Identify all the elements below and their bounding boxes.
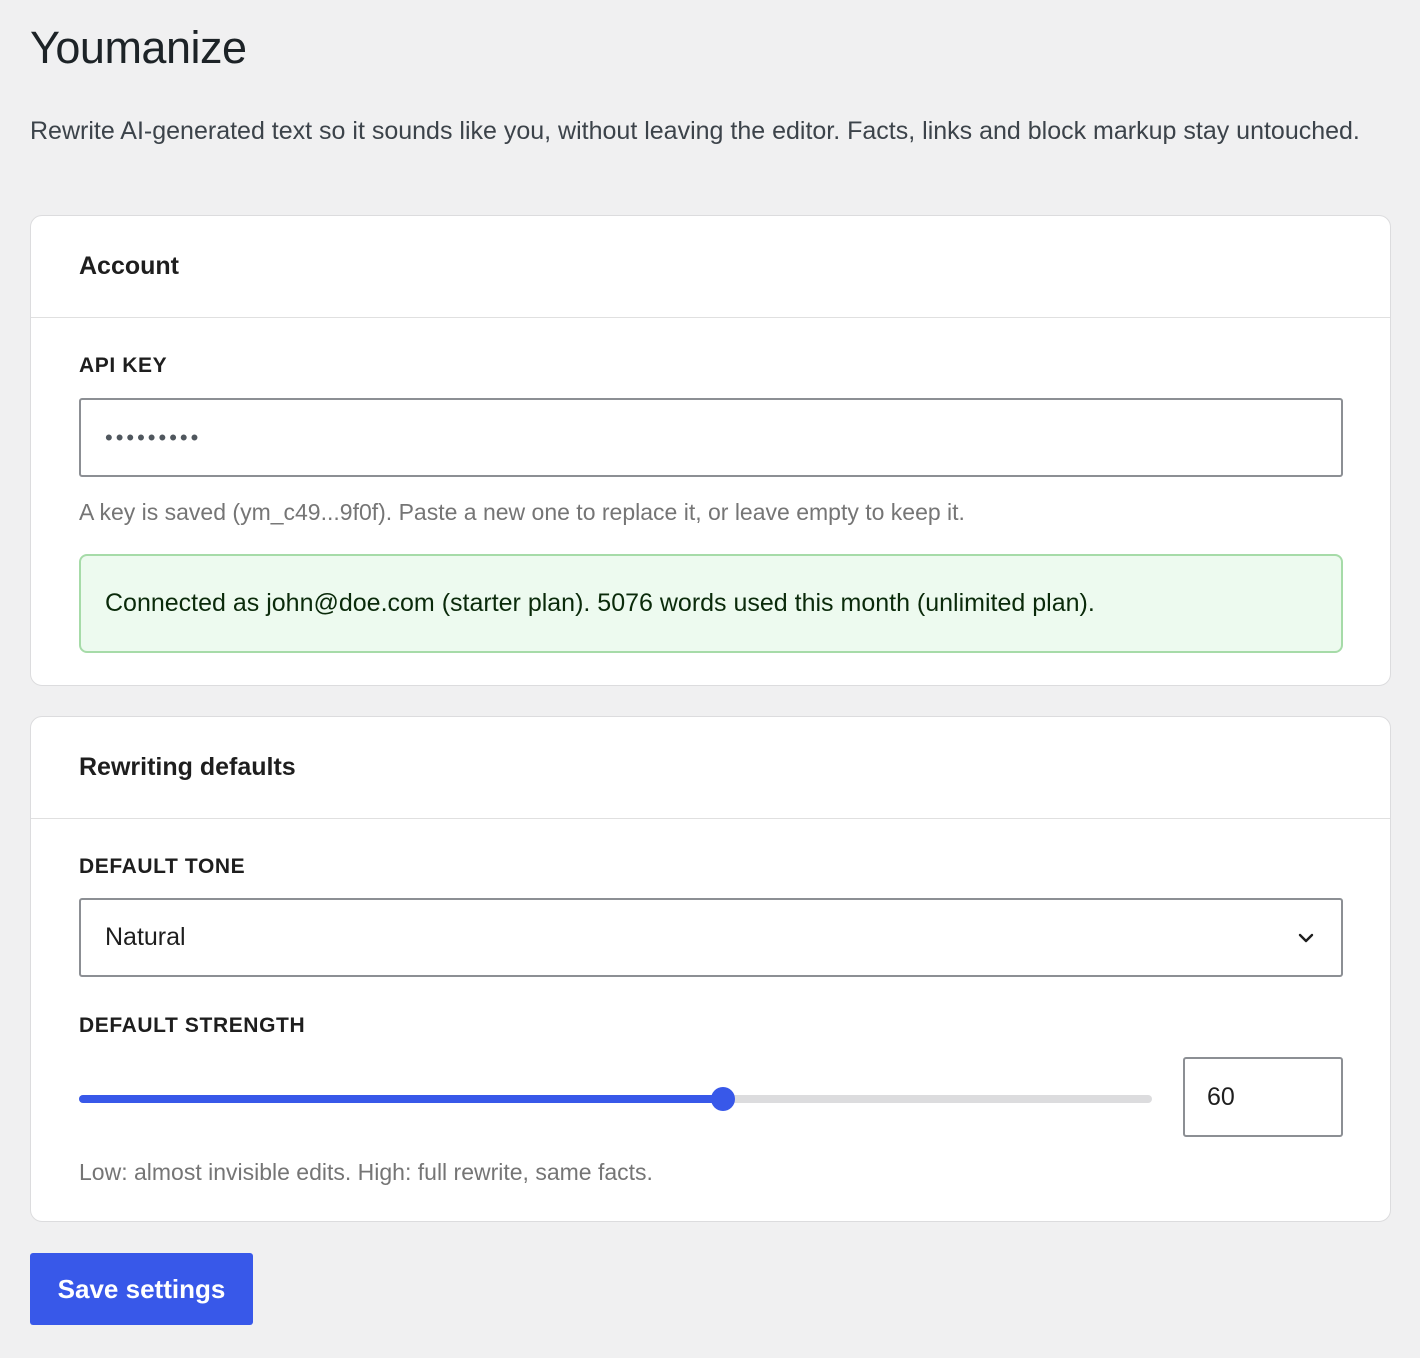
page-intro: Rewrite AI-generated text so it sounds l… (30, 117, 1360, 145)
rewriting-defaults-card: Rewriting defaults DEFAULT TONE Natural … (30, 716, 1391, 1222)
connection-status-notice: Connected as john@doe.com (starter plan)… (79, 554, 1343, 653)
default-tone-select[interactable]: Natural (79, 898, 1343, 977)
slider-fill (79, 1095, 723, 1103)
rewriting-card-title: Rewriting defaults (79, 753, 296, 781)
settings-page: Youmanize Rewrite AI-generated text so i… (0, 0, 1420, 1358)
page-title: Youmanize (30, 22, 247, 73)
rewriting-card-header: Rewriting defaults (31, 717, 1390, 819)
default-tone-value: Natural (105, 923, 186, 951)
account-card-title: Account (79, 252, 179, 280)
strength-slider[interactable] (79, 1081, 1152, 1117)
chevron-down-icon (1295, 927, 1317, 949)
api-key-input[interactable] (79, 398, 1343, 477)
slider-thumb[interactable] (710, 1087, 735, 1111)
strength-number-input[interactable] (1183, 1057, 1343, 1137)
default-tone-label: DEFAULT TONE (79, 855, 246, 878)
account-card: Account API KEY A key is saved (ym_c49..… (30, 215, 1391, 686)
strength-help: Low: almost invisible edits. High: full … (79, 1159, 653, 1185)
api-key-label: API KEY (79, 354, 168, 377)
account-card-header: Account (31, 216, 1390, 318)
save-settings-button[interactable]: Save settings (30, 1253, 253, 1325)
api-key-help: A key is saved (ym_c49...9f0f). Paste a … (79, 499, 965, 525)
default-strength-label: DEFAULT STRENGTH (79, 1014, 306, 1037)
connection-status-text: Connected as john@doe.com (starter plan)… (105, 589, 1095, 617)
